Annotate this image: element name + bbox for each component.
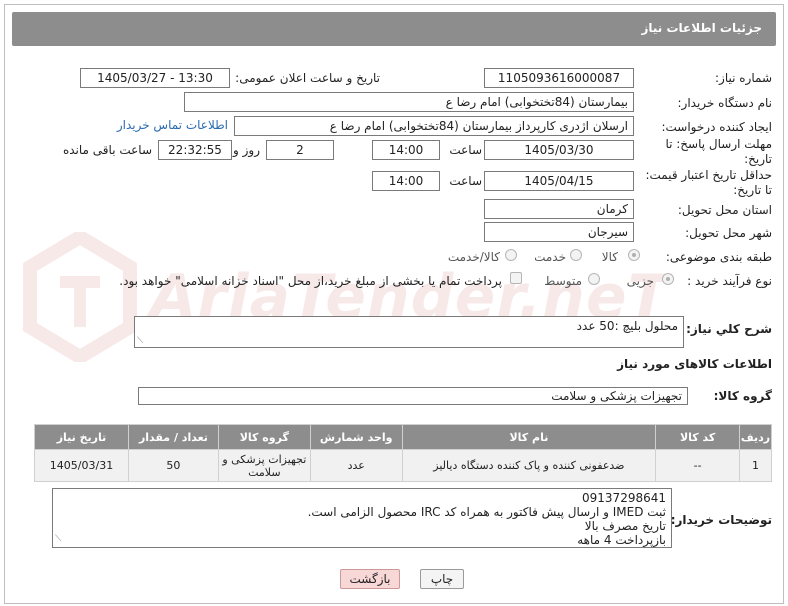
need-number-field: 1105093616000087 (484, 68, 634, 88)
cell-quantity: 50 (128, 449, 219, 482)
buyer-notes-textarea[interactable]: 09137298641 ثبت IMED و ارسال پیش فاکتور … (52, 488, 672, 548)
days-field: 2 (266, 140, 334, 160)
col-header-need-date: تاریخ نیاز (34, 424, 129, 450)
price-hour-label: ساعت (449, 174, 482, 188)
process-label: نوع فرآیند خرید : (687, 274, 772, 288)
buyer-notes-line: تاریخ مصرف بالا (584, 519, 666, 533)
province-field: کرمان (484, 199, 634, 219)
buyer-notes-line: بازپرداخت 4 ماهه (577, 533, 666, 547)
requester-label: ایجاد کننده درخواست: (661, 120, 772, 134)
summary-textarea[interactable]: محلول بلیچ :50 عدد ⟋ (134, 316, 684, 348)
buyer-notes-line: ثبت IMED و ارسال پیش فاکتور به همراه کد … (307, 505, 666, 519)
goods-group-field: تجهیزات پزشکی و سلامت (138, 387, 688, 405)
category-label: طبقه بندی موضوعی: (665, 250, 772, 264)
category-option-service: خدمت (534, 250, 566, 264)
reply-hour-label: ساعت (449, 143, 482, 157)
process-radio-medium[interactable] (588, 273, 600, 285)
category-radio-goods-service[interactable] (505, 249, 517, 261)
city-field: سیرجان (484, 222, 634, 242)
process-option-medium: متوسط (544, 274, 582, 288)
col-header-row: ردیف (739, 424, 772, 450)
col-header-quantity: تعداد / مقدار (128, 424, 219, 450)
need-number-label: شماره نیاز: (715, 71, 772, 85)
province-label: استان محل تحویل: (677, 203, 772, 217)
category-radio-service[interactable] (570, 249, 582, 261)
category-option-goods: کالا (601, 250, 618, 264)
items-section-title: اطلاعات کالاهای مورد نیاز (617, 357, 772, 371)
resize-handle-icon[interactable]: ⟋ (55, 532, 61, 546)
reply-deadline-label: مهلت ارسال پاسخ: تا تاریخ: (665, 137, 772, 166)
city-label: شهر محل تحویل: (685, 226, 772, 240)
cell-group: تجهیزات پزشکی و سلامت (217, 449, 311, 482)
requester-field: ارسلان اژدری کارپرداز بیمارستان (84تختخو… (234, 116, 634, 136)
category-radio-goods[interactable] (628, 249, 640, 261)
reply-time-field: 14:00 (372, 140, 440, 160)
page-header: جزئیات اطلاعات نیاز (12, 12, 776, 46)
cell-code: -- (655, 449, 741, 482)
process-radio-minor[interactable] (662, 273, 674, 285)
buyer-notes-line: 09137298641 (582, 491, 666, 505)
table-row: 1 -- ضدعفونی کننده و پاک کننده دستگاه دی… (34, 449, 772, 482)
price-validity-label: حداقل تاریخ اعتبار قیمت: تا تاریخ: (645, 168, 772, 197)
buyer-org-label: نام دستگاه خریدار: (677, 96, 773, 110)
items-table: ردیف کد کالا نام کالا واحد شمارش گروه کا… (34, 424, 772, 482)
announce-field: 1405/03/27 - 13:30 (80, 68, 230, 88)
process-option-minor: جزیی (626, 274, 654, 288)
days-label: روز و (233, 143, 260, 157)
items-table-header: ردیف کد کالا نام کالا واحد شمارش گروه کا… (34, 424, 772, 450)
price-date-field: 1405/04/15 (484, 171, 634, 191)
cell-name: ضدعفونی کننده و پاک کننده دستگاه دیالیز (401, 449, 657, 482)
goods-group-label: گروه کالا: (713, 389, 772, 403)
buyer-org-field: بیمارستان (84تختخوابی) امام رضا ع (184, 92, 634, 112)
treasury-payment-note: پرداخت تمام یا بخشی از مبلغ خرید،از محل … (119, 274, 502, 288)
cell-row: 1 (739, 449, 772, 482)
col-header-code: کد کالا (655, 424, 741, 450)
page-title: جزئیات اطلاعات نیاز (641, 21, 762, 35)
back-button[interactable]: بازگشت (340, 569, 400, 589)
col-header-name: نام کالا (401, 424, 657, 450)
summary-label: شرح کلي نياز: (686, 322, 772, 336)
reply-date-field: 1405/03/30 (484, 140, 634, 160)
price-time-field: 14:00 (372, 171, 440, 191)
cell-unit: عدد (309, 449, 403, 482)
buyer-notes-label: توضیحات خریدار: (670, 513, 772, 527)
announce-label: تاریخ و ساعت اعلان عمومی: (235, 71, 380, 85)
treasury-payment-checkbox[interactable] (510, 272, 522, 284)
col-header-unit: واحد شمارش (309, 424, 403, 450)
cell-need-date: 1405/03/31 (34, 449, 129, 482)
remaining-label: ساعت باقی مانده (62, 143, 152, 157)
resize-handle-icon[interactable]: ⟋ (137, 336, 143, 346)
print-button[interactable]: چاپ (420, 569, 464, 589)
summary-text: محلول بلیچ :50 عدد (576, 319, 678, 333)
remaining-field: 22:32:55 (158, 140, 232, 160)
col-header-group: گروه کالا (217, 424, 311, 450)
category-option-goods-service: کالا/خدمت (447, 250, 500, 264)
buyer-contact-link[interactable]: اطلاعات تماس خریدار (117, 118, 228, 132)
